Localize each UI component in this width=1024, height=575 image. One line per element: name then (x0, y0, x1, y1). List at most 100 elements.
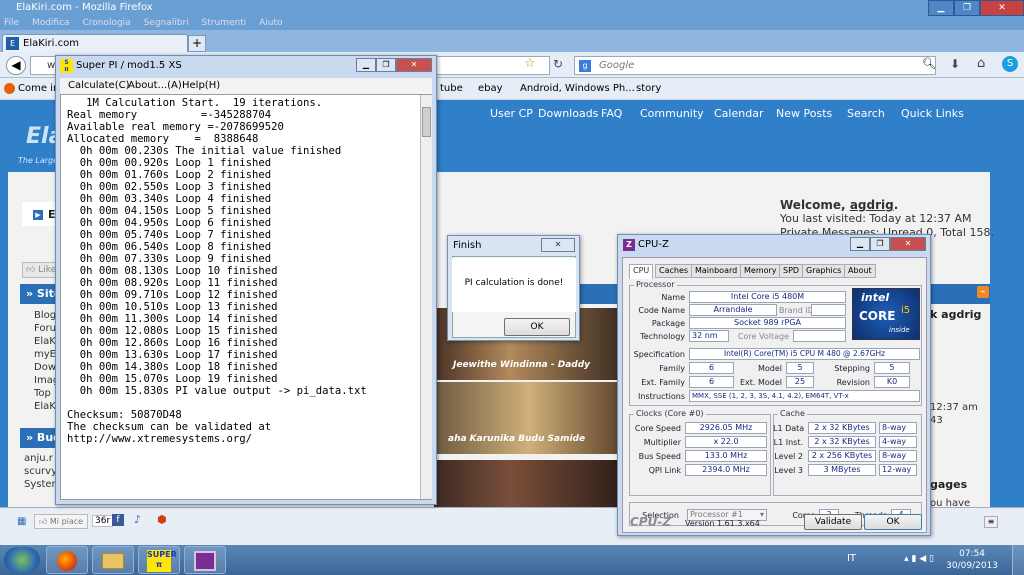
menu-modifica[interactable]: Modifica (32, 16, 70, 30)
bookmark-item[interactable]: Android, Windows Ph... (520, 78, 635, 99)
menu-cronologia[interactable]: Cronologia (82, 16, 130, 30)
close-button[interactable]: ✕ (396, 58, 432, 72)
menu-file[interactable]: File (4, 16, 19, 30)
tab-memory[interactable]: Memory (740, 264, 781, 278)
rss-icon[interactable]: ⌁ (977, 286, 989, 298)
forum-arrow-icon[interactable]: ▶ (33, 210, 43, 220)
console-line: 0h 00m 09.710s Loop 12 finished (67, 289, 278, 301)
menu-aiuto[interactable]: Aiuto (259, 16, 282, 30)
label: Bus Speed (638, 452, 681, 461)
arrow-icon[interactable]: ▦ (17, 516, 26, 527)
buddy-link[interactable]: anju.r (24, 452, 57, 465)
search-icon[interactable]: 🔍︎ (922, 57, 936, 70)
close-button[interactable]: ✕ (541, 238, 575, 252)
console-line: 0h 00m 01.760s Loop 2 finished (67, 169, 272, 181)
label: Stepping (834, 364, 870, 373)
minimize-button[interactable]: ▁ (356, 58, 376, 72)
buddy-link[interactable]: Syster (24, 478, 57, 491)
maximize-button[interactable]: ❐ (376, 58, 396, 72)
taskbar-firefox[interactable] (46, 546, 88, 574)
ok-button[interactable]: OK (504, 318, 570, 336)
cpuz-controls: ▁ ❐ ✕ (850, 237, 926, 251)
username-link[interactable]: agdrig (850, 198, 894, 212)
label: L1 Inst. (773, 438, 803, 447)
bookmark-item[interactable]: story (636, 78, 661, 99)
tab-spd[interactable]: SPD (779, 264, 804, 278)
resize-grip-icon[interactable]: ≡ (984, 516, 998, 528)
brandid-value (811, 304, 846, 316)
window-title: ElaKiri.com - Mozilla Firefox (16, 2, 153, 13)
system-clock[interactable]: 07:54 30/09/2013 (946, 548, 998, 572)
nav-new-posts[interactable]: New Posts (776, 100, 832, 128)
welcome-line: Welcome, agdrig. (780, 198, 899, 212)
skype-icon[interactable]: S (1002, 56, 1018, 72)
tray-icons[interactable]: ▴ ▮ ◀ ▯ (904, 554, 934, 564)
superpi-scrollbar[interactable] (420, 95, 432, 499)
ok-button[interactable]: OK (864, 514, 922, 530)
menu-about[interactable]: About...(A) (128, 78, 182, 94)
menu-calculate[interactable]: Calculate(C) (68, 78, 130, 94)
label: Ext. Model (739, 378, 782, 387)
menu-help[interactable]: Help(H) (182, 78, 220, 94)
mi-piace-button[interactable]: 👍︎ Mi piace (34, 514, 88, 529)
label: Instructions (638, 392, 685, 401)
nav-downloads[interactable]: Downloads (538, 100, 598, 128)
label: Name (661, 293, 685, 302)
facebook-icon[interactable]: f (112, 514, 124, 526)
menu-segnalibri[interactable]: Segnalibri (144, 16, 189, 30)
site-navbar: User CP Downloads FAQ Community Calendar… (480, 100, 1024, 128)
core-speed-value: 2926.05 MHz (685, 422, 767, 434)
tab-graphics[interactable]: Graphics (802, 264, 846, 278)
close-button[interactable]: ✕ (890, 237, 926, 251)
taskbar-superpi[interactable]: SUPER π (138, 546, 180, 574)
back-icon[interactable]: ◀ (6, 56, 26, 75)
download-icon[interactable]: ⬇ (950, 57, 960, 71)
shield-icon[interactable]: ⬢ (157, 513, 167, 526)
tab-mainboard[interactable]: Mainboard (691, 264, 742, 278)
show-desktop-button[interactable] (1012, 545, 1024, 575)
firefox-titlebar: ElaKiri.com - Mozilla Firefox (0, 0, 1024, 16)
minimize-button[interactable]: ▁ (928, 0, 954, 16)
nav-community[interactable]: Community (640, 100, 704, 128)
bookmark-item[interactable]: tube (440, 78, 463, 99)
core-voltage-value (793, 330, 846, 342)
home-icon[interactable]: ⌂ (977, 56, 985, 71)
bookmark-item[interactable]: ebay (478, 78, 503, 99)
scrollbar-thumb[interactable] (422, 107, 431, 137)
tab-cpu[interactable]: CPU (629, 264, 654, 279)
start-button[interactable] (4, 547, 40, 573)
tab-caches[interactable]: Caches (655, 264, 693, 278)
new-tab-button[interactable]: + (188, 35, 206, 52)
reload-icon[interactable]: ↻ (553, 57, 563, 71)
tab-about[interactable]: About (844, 264, 876, 278)
menu-strumenti[interactable]: Strumenti (202, 16, 247, 30)
nav-user-cp[interactable]: User CP (490, 100, 533, 128)
maximize-button[interactable]: ❐ (870, 237, 890, 251)
music-icon[interactable]: ♪ (134, 513, 141, 526)
nav-calendar[interactable]: Calendar (714, 100, 763, 128)
buddy-link[interactable]: scurvy (24, 465, 57, 478)
google-icon: g (579, 60, 591, 72)
search-input[interactable]: g Google (574, 56, 936, 75)
console-line: 0h 00m 08.130s Loop 10 finished (67, 265, 278, 277)
nav-quick-links[interactable]: Quick Links (901, 100, 964, 128)
like-button[interactable]: 👍︎ Like (22, 262, 58, 278)
console-line: 0h 00m 14.380s Loop 18 finished (67, 361, 278, 373)
maximize-button[interactable]: ❐ (954, 0, 980, 16)
close-button[interactable]: ✕ (980, 0, 1024, 16)
tab-elakiri[interactable]: E ElaKiri.com (2, 34, 188, 52)
taskbar-cpuz[interactable] (184, 546, 226, 574)
taskbar-explorer[interactable] (92, 546, 134, 574)
minimize-button[interactable]: ▁ (850, 237, 870, 251)
nav-search[interactable]: Search (847, 100, 885, 128)
console-line: 0h 00m 07.330s Loop 9 finished (67, 253, 272, 265)
label: Brand ID (779, 306, 814, 315)
console-line: Available real memory =-2078699520 (67, 121, 284, 133)
language-indicator[interactable]: IT (847, 553, 856, 564)
superpi-window: Sπ Super PI / mod1.5 XS ▁ ❐ ✕ Calculate(… (55, 55, 437, 505)
nav-faq[interactable]: FAQ (601, 100, 622, 128)
validate-button[interactable]: Validate (804, 514, 862, 530)
bookmark-star-icon[interactable]: ☆ (524, 56, 536, 71)
superpi-output: 1M Calculation Start. 19 iterations. Real… (60, 94, 432, 500)
console-line: 0h 00m 12.080s Loop 15 finished (67, 325, 278, 337)
